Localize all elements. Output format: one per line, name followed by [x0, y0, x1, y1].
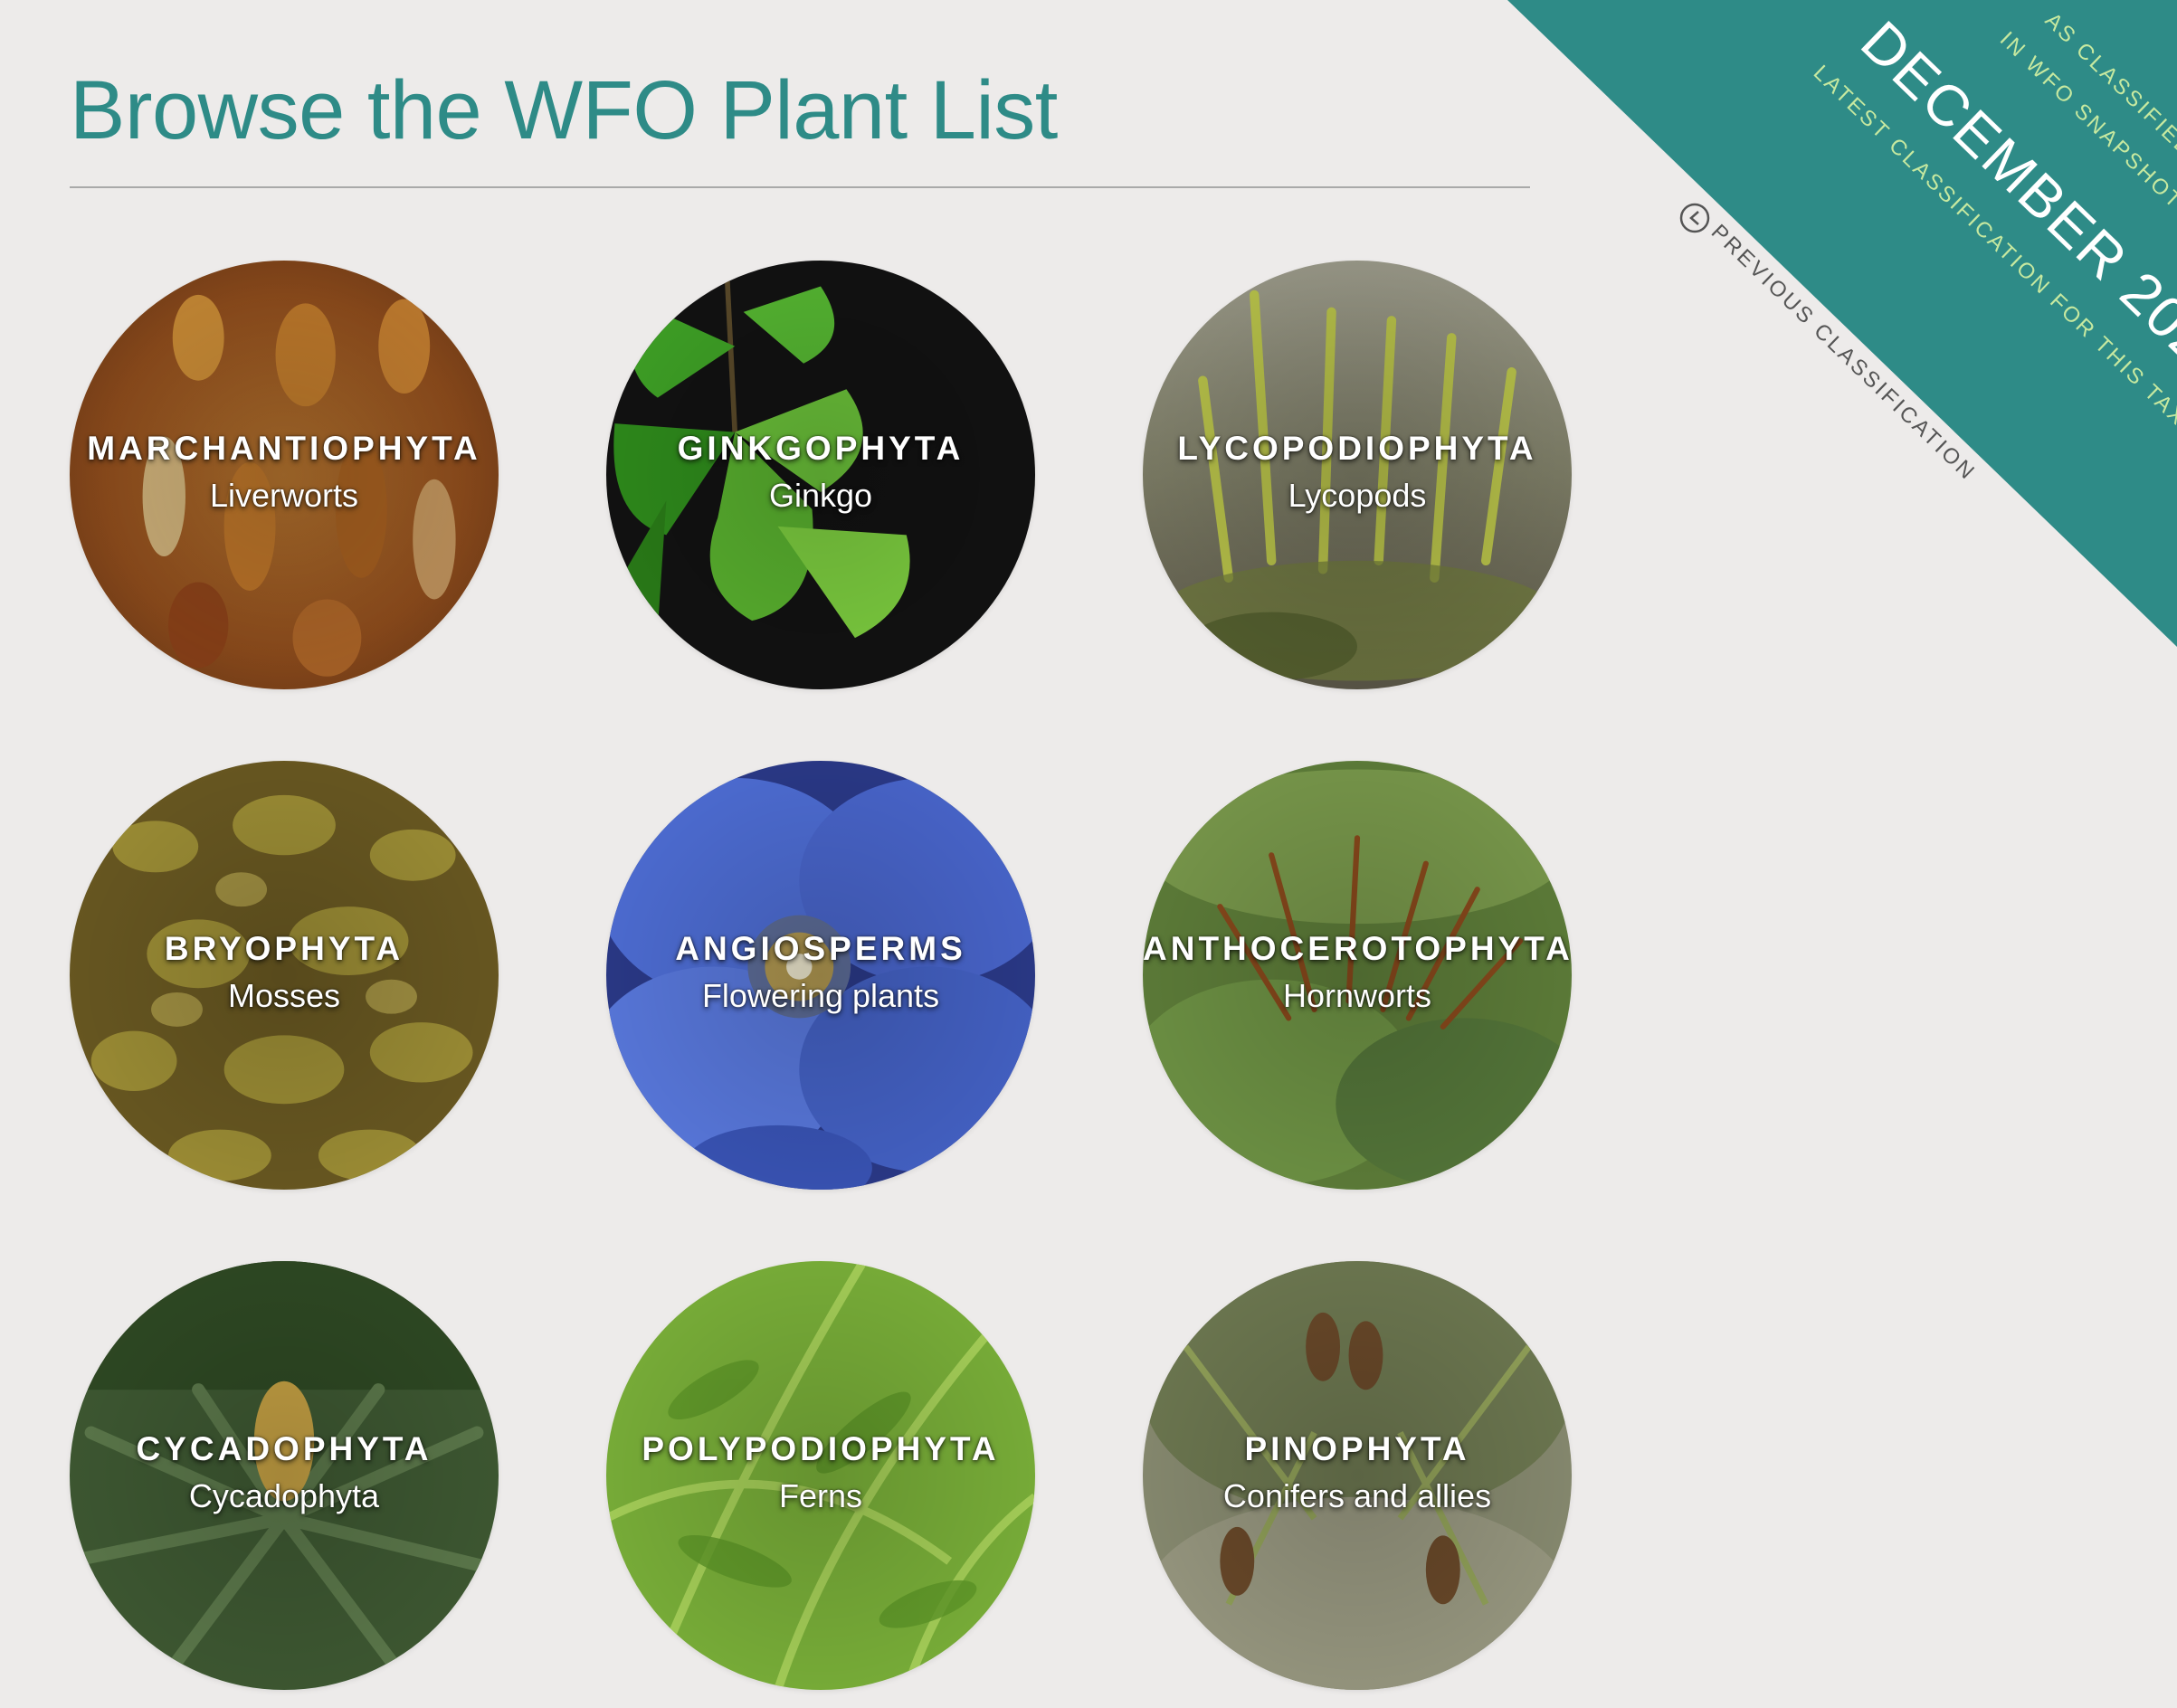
- tile-angiosperms[interactable]: ANGIOSPERMS Flowering plants: [606, 761, 1035, 1190]
- common-name: Conifers and allies: [1222, 1477, 1492, 1514]
- tile-label: GINKGOPHYTA Ginkgo: [606, 429, 1035, 521]
- tile-anthocerotophyta[interactable]: ANTHOCEROTOPHYTA Hornworts: [1143, 761, 1572, 1190]
- browse-page: Browse the WFO Plant List MARCHANTIOPHYT…: [0, 0, 2177, 1708]
- phylum-name: MARCHANTIOPHYTA: [87, 430, 481, 467]
- common-name: Liverworts: [209, 477, 359, 514]
- title-divider: [70, 186, 1530, 188]
- phylum-name: BRYOPHYTA: [164, 930, 404, 967]
- tile-ginkgophyta[interactable]: GINKGOPHYTA Ginkgo: [606, 261, 1035, 689]
- phylum-name: ANGIOSPERMS: [675, 930, 966, 967]
- phylum-name: PINOPHYTA: [1244, 1430, 1470, 1467]
- tile-label: CYCADOPHYTA Cycadophyta: [70, 1429, 499, 1522]
- tile-label: MARCHANTIOPHYTA Liverworts: [70, 429, 499, 521]
- common-name: Hornworts: [1282, 977, 1432, 1014]
- tile-label: BRYOPHYTA Mosses: [70, 929, 499, 1021]
- previous-classification-link[interactable]: PREVIOUS CLASSIFICATION: [1663, 190, 2115, 516]
- phylum-name: CYCADOPHYTA: [136, 1430, 433, 1467]
- previous-classification-label: PREVIOUS CLASSIFICATION: [1706, 220, 1981, 486]
- phylum-name: ANTHOCEROTOPHYTA: [1143, 930, 1572, 967]
- tile-label: PINOPHYTA Conifers and allies: [1143, 1429, 1572, 1522]
- tile-label: ANTHOCEROTOPHYTA Hornworts: [1143, 929, 1572, 1021]
- tile-polypodiophyta[interactable]: POLYPODIOPHYTA Ferns: [606, 1261, 1035, 1690]
- common-name: Cycadophyta: [188, 1477, 380, 1514]
- tile-bryophyta[interactable]: BRYOPHYTA Mosses: [70, 761, 499, 1190]
- tile-cycadophyta[interactable]: CYCADOPHYTA Cycadophyta: [70, 1261, 499, 1690]
- common-name: Mosses: [227, 977, 341, 1014]
- tile-label: ANGIOSPERMS Flowering plants: [606, 929, 1035, 1021]
- common-name: Flowering plants: [701, 977, 940, 1014]
- common-name: Ferns: [778, 1477, 863, 1514]
- page-title: Browse the WFO Plant List: [70, 64, 1058, 157]
- phylum-grid: MARCHANTIOPHYTA Liverworts GINKGOPHYTA G…: [70, 261, 1572, 1690]
- phylum-name: GINKGOPHYTA: [677, 430, 965, 467]
- common-name: Ginkgo: [768, 477, 873, 514]
- tile-label: POLYPODIOPHYTA Ferns: [606, 1429, 1035, 1522]
- phylum-name: POLYPODIOPHYTA: [642, 1430, 1000, 1467]
- tile-pinophyta[interactable]: PINOPHYTA Conifers and allies: [1143, 1261, 1572, 1690]
- circle-arrow-left-icon: [1679, 203, 1710, 233]
- tile-marchantiophyta[interactable]: MARCHANTIOPHYTA Liverworts: [70, 261, 499, 689]
